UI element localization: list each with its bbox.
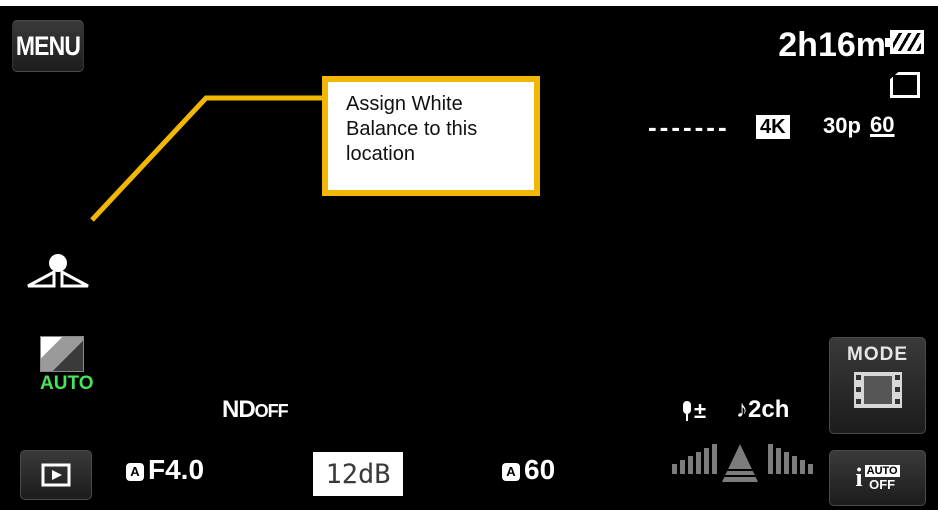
shutter-speed: A 60 (502, 454, 555, 486)
aperture-number: F4.0 (148, 454, 205, 485)
playback-button[interactable] (20, 450, 92, 500)
dro-auto-label: AUTO (40, 373, 94, 394)
intelligent-auto-button[interactable]: i AUTO OFF (829, 450, 926, 506)
audio-meter-center-icon (722, 444, 758, 482)
iauto-bottom-label: OFF (869, 476, 896, 492)
mode-button[interactable]: MODE (829, 337, 926, 434)
mic-level: ± (680, 398, 706, 424)
nd-filter-status: NDOFF (222, 396, 289, 424)
playback-icon (41, 463, 71, 487)
iauto-top-label: AUTO (864, 464, 900, 477)
dro-icon (40, 336, 84, 372)
audio-meter-right (768, 444, 813, 474)
nd-label: ND (222, 396, 256, 423)
audio-channels: ♪2ch (736, 396, 790, 423)
i-icon: i (855, 463, 863, 492)
shutter-auto-badge: A (502, 462, 520, 481)
assign-white-balance-callout: Assign White Balance to this location (322, 76, 540, 196)
eye-face-icon (27, 254, 89, 288)
aperture-auto-badge: A (126, 462, 144, 481)
mic-level-sign: ± (694, 398, 707, 423)
shutter-number: 60 (524, 454, 556, 485)
film-icon (853, 372, 902, 408)
nd-value: OFF (254, 401, 289, 421)
microphone-icon (683, 401, 691, 422)
gain-value[interactable]: 12dB (312, 451, 404, 497)
camera-screen: MENU 2h16m ------- 4K 30p 60 Assign Whit… (0, 6, 938, 510)
mode-label: MODE (847, 344, 908, 365)
aperture-value: A F4.0 (126, 454, 204, 486)
audio-meter-left (672, 444, 717, 474)
